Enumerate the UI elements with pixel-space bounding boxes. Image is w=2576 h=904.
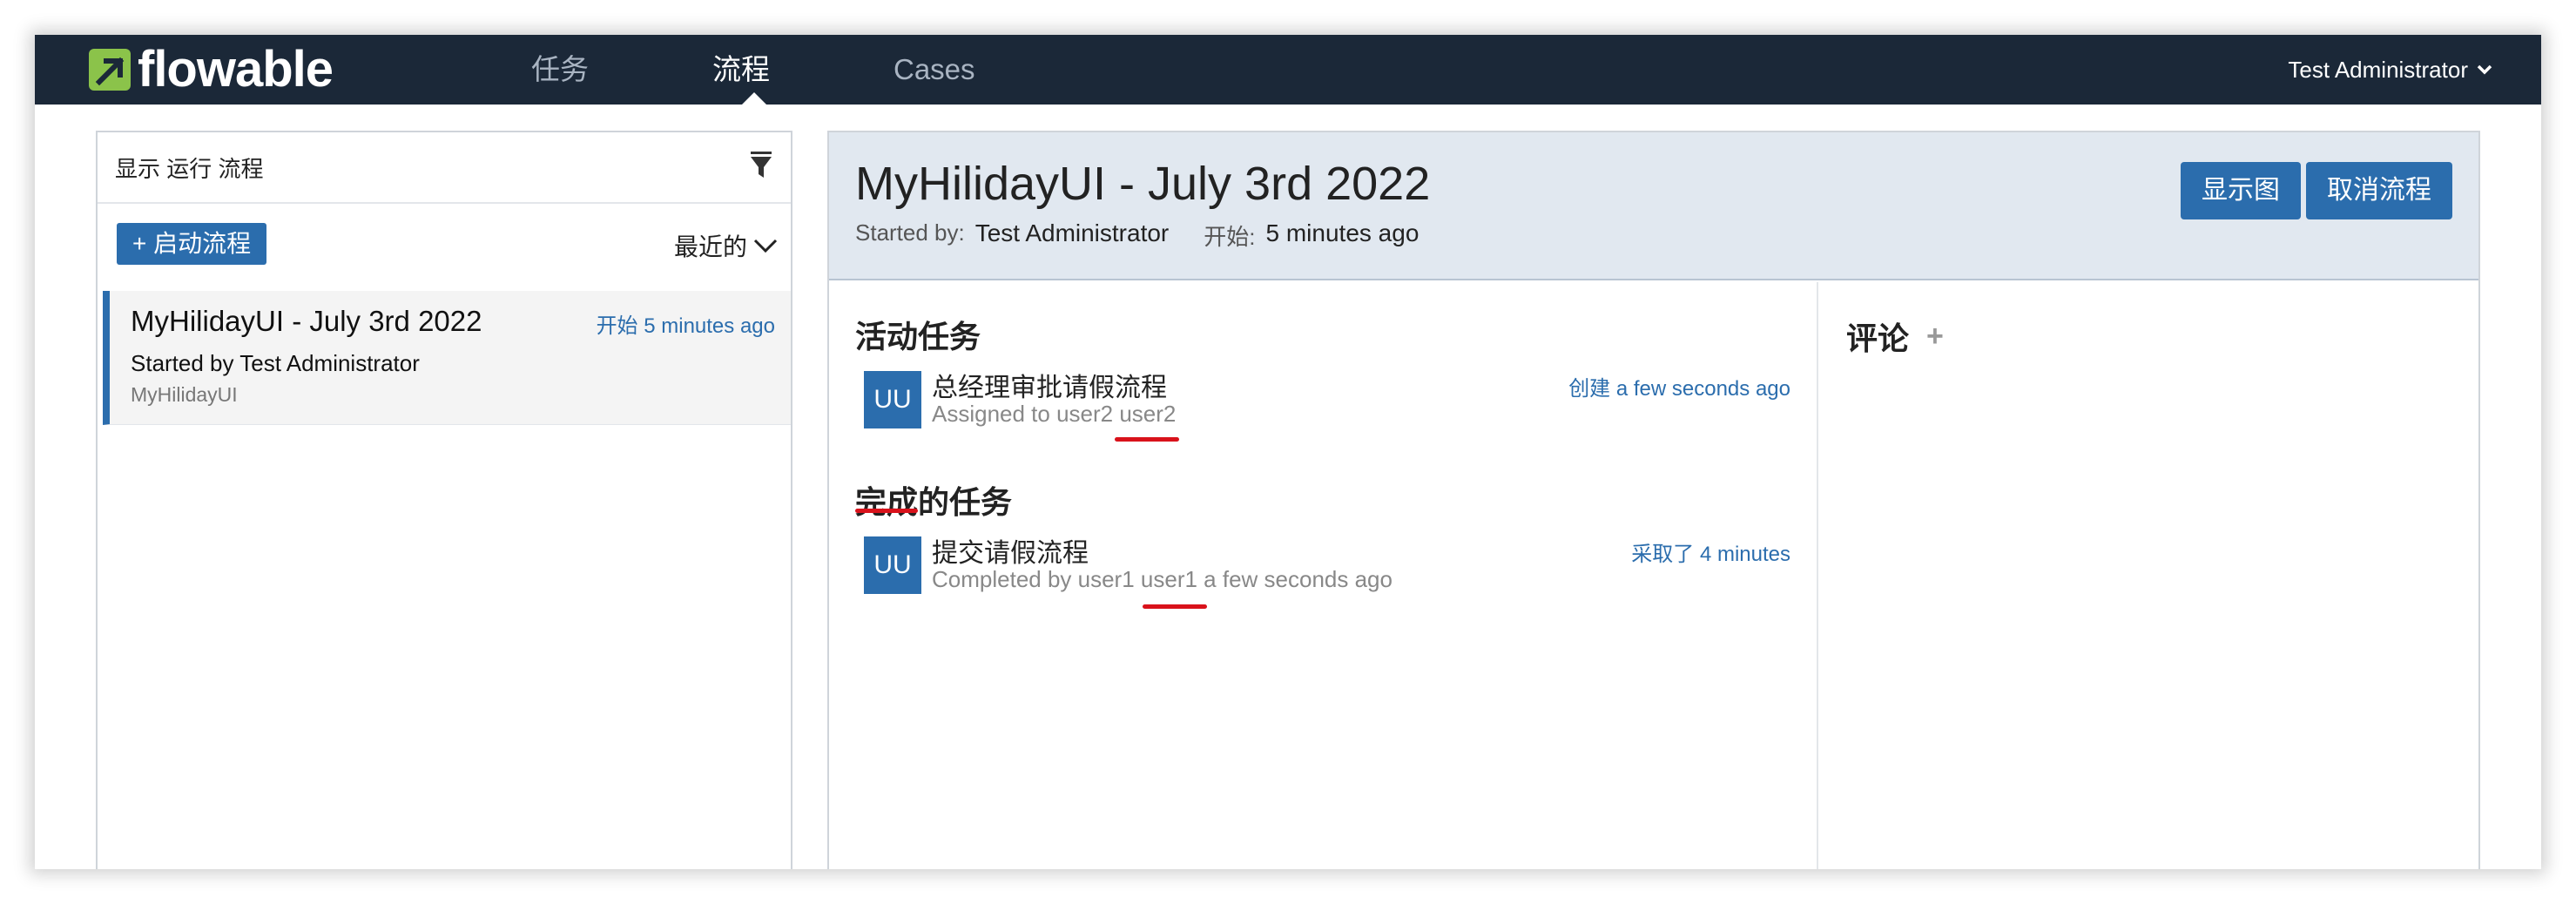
app-window: flowable 任务 流程 Cases Test Administrator … bbox=[35, 35, 2541, 869]
flowable-logo-icon bbox=[89, 49, 131, 91]
user-name: Test Administrator bbox=[2288, 56, 2468, 83]
sort-label: 最近的 bbox=[673, 233, 747, 260]
completed-task-item[interactable]: UU 提交请假流程 Completed by user1 user1 a few… bbox=[864, 531, 1799, 604]
sort-dropdown[interactable]: 最近的 bbox=[674, 228, 779, 263]
filter-icon[interactable] bbox=[749, 152, 773, 181]
top-navbar: flowable 任务 流程 Cases Test Administrator bbox=[35, 35, 2541, 105]
flowable-logo[interactable]: flowable bbox=[87, 41, 334, 98]
task-completed-by: Completed by user1 user1 a few seconds a… bbox=[932, 566, 1393, 592]
task-name: 提交请假流程 bbox=[932, 539, 1089, 568]
process-list-panel: 显示 运行 流程 + 启动流程 最近的 MyHilidayUI - July 3… bbox=[96, 131, 792, 869]
nav-tab-tasks[interactable]: 任务 bbox=[531, 35, 589, 105]
filter-row: 显示 运行 流程 bbox=[98, 132, 791, 204]
process-item-time: 开始 5 minutes ago bbox=[596, 314, 775, 338]
process-item-started-by: Started by Test Administrator bbox=[131, 350, 420, 376]
started-by-label: Started by: bbox=[855, 219, 965, 246]
comments-title: 评论 + bbox=[1846, 314, 1944, 359]
annotation-underline bbox=[1115, 437, 1179, 442]
avatar: UU bbox=[864, 536, 921, 594]
process-detail-panel: MyHilidayUI - July 3rd 2022 Started by: … bbox=[827, 131, 2480, 869]
chevron-down-icon bbox=[753, 239, 778, 253]
active-tab-indicator bbox=[742, 92, 766, 105]
task-duration: 采取了 4 minutes bbox=[1631, 543, 1790, 566]
comments-label: 评论 bbox=[1846, 320, 1910, 356]
user-menu[interactable]: Test Administrator bbox=[2288, 35, 2492, 105]
annotation-underline bbox=[855, 509, 918, 513]
filter-label[interactable]: 显示 运行 流程 bbox=[115, 152, 263, 184]
process-item-title: MyHilidayUI - July 3rd 2022 bbox=[131, 305, 482, 337]
add-comment-icon[interactable]: + bbox=[1926, 320, 1944, 354]
task-assignee: Assigned to user2 user2 bbox=[932, 401, 1177, 427]
started-by-value: Test Administrator bbox=[974, 219, 1170, 246]
process-title: MyHilidayUI - July 3rd 2022 bbox=[855, 158, 1431, 210]
comments-column: 评论 + bbox=[1820, 282, 2478, 869]
cancel-process-button[interactable]: 取消流程 bbox=[2306, 162, 2452, 219]
start-process-button[interactable]: + 启动流程 bbox=[117, 223, 267, 265]
task-created-time: 创建 a few seconds ago bbox=[1568, 377, 1790, 401]
start-time-value: 5 minutes ago bbox=[1265, 219, 1419, 246]
annotation-underline bbox=[1143, 604, 1207, 609]
process-meta: Started by: Test Administrator 开始: 5 min… bbox=[855, 219, 1453, 252]
task-name: 总经理审批请假流程 bbox=[932, 374, 1167, 402]
process-item-definition: MyHilidayUI bbox=[131, 383, 238, 406]
tasks-column: 活动任务 UU 总经理审批请假流程 Assigned to user2 user… bbox=[829, 282, 1818, 869]
show-diagram-button[interactable]: 显示图 bbox=[2181, 162, 2301, 219]
logo-text: flowable bbox=[138, 41, 334, 98]
process-list-item[interactable]: MyHilidayUI - July 3rd 2022 开始 5 minutes… bbox=[103, 291, 791, 425]
chevron-down-icon bbox=[2477, 64, 2492, 75]
completed-tasks-title: 完成的任务 bbox=[855, 484, 1013, 520]
action-row: + 启动流程 最近的 bbox=[98, 204, 791, 291]
start-time-label: 开始: bbox=[1204, 224, 1256, 250]
active-task-item[interactable]: UU 总经理审批请假流程 Assigned to user2 user2 创建 … bbox=[864, 366, 1799, 439]
nav-tab-cases[interactable]: Cases bbox=[894, 35, 975, 105]
detail-header: MyHilidayUI - July 3rd 2022 Started by: … bbox=[829, 132, 2478, 280]
avatar: UU bbox=[864, 371, 921, 428]
active-tasks-title: 活动任务 bbox=[855, 319, 981, 354]
